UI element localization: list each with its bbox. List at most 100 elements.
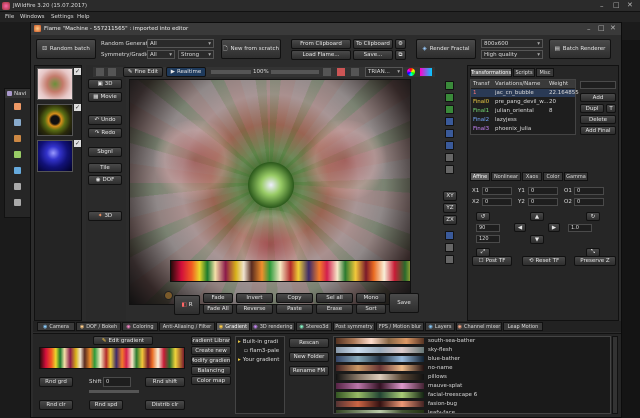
list-item[interactable]: blue-bather bbox=[334, 355, 610, 363]
random-shift-button[interactable]: Rnd shift bbox=[145, 377, 185, 387]
thumbnail-check-icon[interactable]: ✓ bbox=[74, 104, 81, 111]
gradient-save-button[interactable]: Save bbox=[389, 293, 419, 313]
color-wheel-icon[interactable] bbox=[407, 68, 415, 76]
move-left-icon[interactable]: ◀ bbox=[514, 223, 526, 232]
list-item[interactable]: facial-treescape 6 bbox=[334, 391, 610, 399]
dof-button[interactable]: ◉ DOF bbox=[88, 175, 122, 185]
move-up-icon[interactable]: ▲ bbox=[530, 212, 544, 221]
fade-button[interactable]: Fade bbox=[203, 293, 233, 303]
random-gradient-button[interactable]: ◧ R bbox=[174, 295, 200, 315]
coord-o2-field[interactable]: 0 bbox=[574, 198, 604, 206]
rotate-right-icon[interactable]: ↻ bbox=[586, 212, 600, 221]
reset-tf-button[interactable]: ⟲ Reset TF bbox=[522, 256, 566, 266]
table-row[interactable]: 1 jac_cn_bubble 22.164855 bbox=[471, 89, 579, 97]
coord-x1-field[interactable]: 0 bbox=[482, 187, 512, 195]
tab-dof-bokeh[interactable]: ◉ DOF / Bokeh bbox=[76, 322, 121, 331]
editor-maximize-icon[interactable]: □ bbox=[598, 24, 605, 32]
select-all-button[interactable]: Sel all bbox=[316, 293, 353, 303]
tab-nonlinear[interactable]: Nonlinear bbox=[491, 172, 521, 181]
tab-gradient[interactable]: ◉ Gradient bbox=[216, 322, 250, 331]
list-item[interactable]: pillows bbox=[334, 373, 610, 381]
move-down-icon[interactable]: ▼ bbox=[530, 235, 544, 244]
tab-3d-rendering[interactable]: ◉ 3D rendering bbox=[251, 322, 295, 331]
menu-windows[interactable]: Windows bbox=[20, 14, 45, 20]
brightness-slider[interactable] bbox=[271, 70, 319, 74]
step-spinner[interactable]: 120 bbox=[476, 235, 500, 243]
list-item[interactable]: fasion-bug bbox=[334, 400, 610, 408]
tab-leap-motion[interactable]: Leap Motion bbox=[503, 322, 543, 331]
move-right-icon[interactable]: ▶ bbox=[548, 223, 560, 232]
list-item[interactable]: south-sea-bather bbox=[334, 337, 610, 345]
sbgnl-button[interactable]: Sbgnl bbox=[88, 147, 122, 157]
random-gradient-button[interactable]: Rnd grd bbox=[39, 377, 73, 387]
list-item[interactable]: mauve-splat bbox=[334, 382, 610, 390]
navigator-item-icon[interactable] bbox=[14, 167, 21, 174]
table-row[interactable]: Final1 julian_oriental 8 bbox=[471, 107, 575, 115]
menu-file[interactable]: File bbox=[5, 14, 14, 20]
rotate-left-icon[interactable]: ↺ bbox=[476, 212, 490, 221]
tab-camera[interactable]: ◉ Camera bbox=[37, 322, 75, 331]
random-batch-button[interactable]: ⚄ Random batch bbox=[36, 39, 96, 59]
fade-all-button[interactable]: Fade All bbox=[203, 304, 233, 314]
resolution-select[interactable]: 800x600 bbox=[481, 39, 543, 48]
toggle-transform-button[interactable]: T bbox=[606, 104, 616, 113]
tri-tool-blue-icon[interactable] bbox=[445, 231, 454, 240]
symmetry-strength-select[interactable]: Strong bbox=[178, 50, 214, 59]
save-button[interactable]: Save... bbox=[353, 50, 393, 60]
tab-affine[interactable]: Affine bbox=[470, 172, 490, 181]
delete-transform-button[interactable]: Delete bbox=[580, 115, 616, 124]
preserve-z-button[interactable]: Preserve Z bbox=[574, 256, 616, 266]
flame-thumbnail[interactable] bbox=[37, 104, 73, 136]
tri-tool-green-icon[interactable] bbox=[445, 105, 454, 114]
grid-toggle-icon[interactable] bbox=[351, 68, 359, 76]
render-fractal-button[interactable]: ◈ Render Fractal bbox=[416, 39, 476, 59]
table-row[interactable]: Final0 pre_pang_devil_w... 20 bbox=[471, 98, 575, 106]
grid-icon[interactable] bbox=[108, 68, 116, 76]
balancing-button[interactable]: Balancing bbox=[191, 366, 231, 375]
tab-fps-motion-blur[interactable]: FPS / Motion blur bbox=[376, 322, 424, 331]
invert-button[interactable]: Invert bbox=[236, 293, 273, 303]
tri-tool-green-icon[interactable] bbox=[445, 81, 454, 90]
quality-select[interactable]: High quality bbox=[481, 50, 543, 59]
realtime-button[interactable]: ▶ Realtime bbox=[166, 67, 206, 77]
layout-icon[interactable] bbox=[323, 68, 331, 76]
color-map-button[interactable]: Color map bbox=[191, 376, 231, 385]
editor-minimize-icon[interactable]: – bbox=[587, 25, 591, 33]
tab-scripts[interactable]: Scripts bbox=[513, 68, 535, 77]
create-new-gradient-button[interactable]: Create new bbox=[191, 346, 231, 355]
modify-gradient-button[interactable]: Modify gradient bbox=[191, 356, 231, 365]
new-from-scratch-button[interactable]: 🗋 New from scratch bbox=[221, 39, 281, 59]
tool-3d-button[interactable]: ▣ 3D bbox=[88, 79, 122, 89]
tri-tool-blue-icon[interactable] bbox=[445, 129, 454, 138]
tri-tool-gray-icon[interactable] bbox=[445, 153, 454, 162]
tri-tool-gray-icon[interactable] bbox=[445, 255, 454, 264]
sort-button[interactable]: Sort bbox=[356, 304, 386, 314]
duplicate-transform-button[interactable]: Dupl bbox=[580, 104, 604, 113]
from-clipboard-button[interactable]: From Clipboard bbox=[291, 39, 351, 49]
marker-icon[interactable] bbox=[337, 68, 345, 76]
tab-stereo3d[interactable]: ◉ Stereo3d bbox=[296, 322, 332, 331]
tab-anti-aliasing[interactable]: Anti-Aliasing / Filter bbox=[159, 322, 215, 331]
gradient-left-handle-icon[interactable] bbox=[164, 291, 173, 300]
coord-y1-field[interactable]: 0 bbox=[528, 187, 558, 195]
post-tf-button[interactable]: ☐ Post TF bbox=[472, 256, 512, 266]
menu-help[interactable]: Help bbox=[77, 14, 90, 20]
flame-preview-canvas[interactable] bbox=[129, 79, 411, 305]
navigator-item-icon[interactable] bbox=[14, 199, 21, 206]
tri-tool-gray-icon[interactable] bbox=[445, 243, 454, 252]
copy-button[interactable]: Copy bbox=[276, 293, 313, 303]
undo-button[interactable]: ↶ Undo bbox=[88, 115, 122, 125]
tree-folder-user[interactable]: ▸ Your gradient bbox=[238, 357, 279, 363]
tab-misc[interactable]: Misc bbox=[536, 68, 554, 77]
thumbnail-check-icon[interactable]: ✓ bbox=[74, 68, 81, 75]
random-generator-select[interactable]: All bbox=[147, 39, 214, 48]
thumbnail-check-icon[interactable]: ✓ bbox=[74, 140, 81, 147]
save-all-icon[interactable]: ⧉ bbox=[395, 50, 406, 60]
menu-settings[interactable]: Settings bbox=[51, 14, 74, 20]
tree-folder-flam3[interactable]: ▫ flam3-pale bbox=[244, 348, 279, 354]
tool-movie-button[interactable]: ▦ Movie bbox=[88, 92, 122, 102]
tab-post-symmetry[interactable]: Post symmetry bbox=[333, 322, 375, 331]
to-clipboard-button[interactable]: To Clipboard bbox=[353, 39, 393, 49]
gradient-library-button[interactable]: Gradient Library bbox=[191, 336, 231, 345]
fine-edit-button[interactable]: ✎ Fine Edit bbox=[123, 67, 163, 77]
